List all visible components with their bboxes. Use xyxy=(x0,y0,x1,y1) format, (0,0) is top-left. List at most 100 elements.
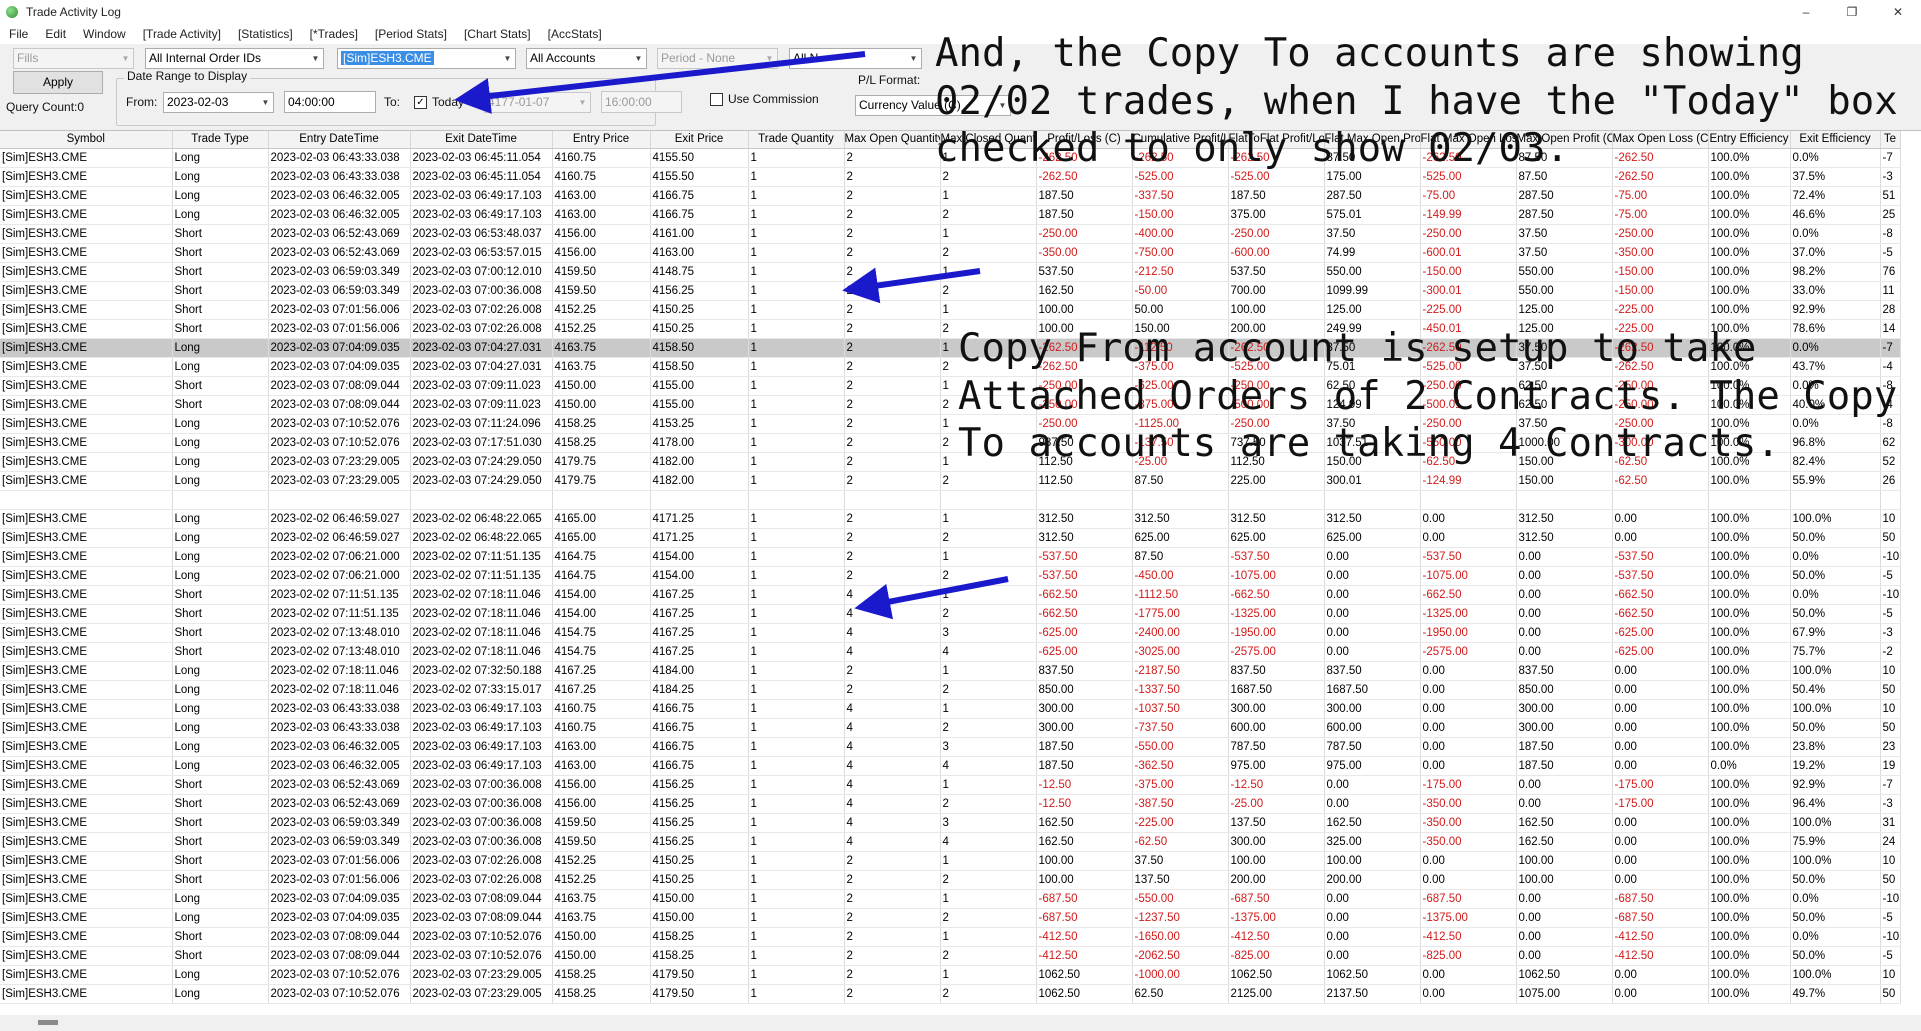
table-row[interactable]: [Sim]ESH3.CME Long 2023-02-03 07:04:09.035… xyxy=(0,889,1901,909)
table-row[interactable]: [Sim]ESH3.CME Short 2023-02-02 07:11:51.13… xyxy=(0,585,1901,605)
table-row[interactable]: [Sim]ESH3.CME Long 2023-02-03 07:04:09.035… xyxy=(0,908,1901,928)
menu-item-trade-activity[interactable]: [Trade Activity] xyxy=(134,27,229,41)
table-row[interactable]: [Sim]ESH3.CME Short 2023-02-02 07:13:48.01… xyxy=(0,623,1901,643)
period-dropdown[interactable]: Period - None ▼ xyxy=(657,48,778,69)
table-row[interactable]: [Sim]ESH3.CME Long 2023-02-02 07:06:21.000… xyxy=(0,566,1901,586)
table-row[interactable]: [Sim]ESH3.CME Short 2023-02-03 07:01:56.00… xyxy=(0,851,1901,871)
table-cell: -300.01 xyxy=(1420,281,1517,301)
minimize-button[interactable]: – xyxy=(1783,0,1829,24)
mode-dropdown[interactable]: Fills ▼ xyxy=(13,48,134,69)
table-row[interactable]: [Sim]ESH3.CME Short 2023-02-03 07:01:56.00… xyxy=(0,300,1901,320)
table-cell: 0.00 xyxy=(1420,661,1517,681)
table-row[interactable]: [Sim]ESH3.CME Short 2023-02-03 07:08:09.04… xyxy=(0,927,1901,947)
from-date-picker[interactable]: 2023-02-03 ▼ xyxy=(163,92,274,113)
table-cell: 1 xyxy=(748,642,845,662)
menu-item-edit[interactable]: Edit xyxy=(36,27,74,41)
column-header[interactable]: Entry DateTime xyxy=(268,131,411,149)
column-header[interactable]: Exit DateTime xyxy=(410,131,553,149)
column-header[interactable]: Trade Type xyxy=(172,131,269,149)
table-row[interactable]: [Sim]ESH3.CME Long 2023-02-02 06:46:59.027… xyxy=(0,509,1901,529)
table-row[interactable]: [Sim]ESH3.CME Short 2023-02-03 07:01:56.00… xyxy=(0,870,1901,890)
table-row[interactable] xyxy=(0,490,1901,510)
table-row[interactable]: [Sim]ESH3.CME Long 2023-02-03 06:46:32.005… xyxy=(0,205,1901,225)
table-row[interactable]: [Sim]ESH3.CME Short 2023-02-03 06:59:03.34… xyxy=(0,281,1901,301)
from-time-field[interactable]: 04:00:00 xyxy=(284,91,376,113)
order-ids-dropdown[interactable]: All Internal Order IDs ▼ xyxy=(145,48,324,69)
table-row[interactable]: [Sim]ESH3.CME Long 2023-02-03 06:43:33.038… xyxy=(0,699,1901,719)
table-cell: 2023-02-02 07:13:48.010 xyxy=(268,642,411,662)
table-cell: 1 xyxy=(940,300,1037,320)
table-cell: 4155.50 xyxy=(650,148,749,168)
menu-item-chart-stats[interactable]: [Chart Stats] xyxy=(455,27,539,41)
column-header[interactable]: Trade Quantity xyxy=(748,131,845,149)
table-row[interactable]: [Sim]ESH3.CME Short 2023-02-03 06:59:03.34… xyxy=(0,813,1901,833)
table-cell: 1 xyxy=(940,224,1037,244)
restore-button[interactable]: ❐ xyxy=(1829,0,1875,24)
table-row[interactable]: [Sim]ESH3.CME Long 2023-02-03 07:10:52.076… xyxy=(0,965,1901,985)
table-row[interactable]: [Sim]ESH3.CME Long 2023-02-02 07:06:21.000… xyxy=(0,547,1901,567)
table-cell: 3 xyxy=(940,813,1037,833)
to-date-picker[interactable]: 4177-01-07 ▼ xyxy=(484,92,591,113)
table-cell: 1 xyxy=(748,661,845,681)
table-cell: 24 xyxy=(1880,832,1901,852)
horizontal-scrollbar[interactable] xyxy=(0,1015,1921,1031)
table-cell: 2023-02-03 06:59:03.349 xyxy=(268,813,411,833)
table-row[interactable]: [Sim]ESH3.CME Long 2023-02-02 06:46:59.027… xyxy=(0,528,1901,548)
table-row[interactable]: [Sim]ESH3.CME Short 2023-02-03 06:52:43.06… xyxy=(0,224,1901,244)
table-cell: Long xyxy=(172,661,269,681)
symbol-dropdown[interactable]: [Sim]ESH3.CME ▼ xyxy=(337,48,516,69)
table-row[interactable]: [Sim]ESH3.CME Short 2023-02-03 07:08:09.04… xyxy=(0,946,1901,966)
table-row[interactable]: [Sim]ESH3.CME Short 2023-02-03 06:52:43.06… xyxy=(0,243,1901,263)
scrollbar-thumb[interactable] xyxy=(38,1020,58,1025)
table-row[interactable]: [Sim]ESH3.CME Short 2023-02-03 06:59:03.34… xyxy=(0,832,1901,852)
table-row[interactable]: [Sim]ESH3.CME Short 2023-02-03 06:52:43.06… xyxy=(0,794,1901,814)
table-cell: 2023-02-03 07:10:52.076 xyxy=(268,984,411,1004)
column-header[interactable]: Symbol xyxy=(0,131,173,149)
close-button[interactable]: ✕ xyxy=(1875,0,1921,24)
table-row[interactable]: [Sim]ESH3.CME Short 2023-02-02 07:13:48.01… xyxy=(0,642,1901,662)
table-cell: [Sim]ESH3.CME xyxy=(0,300,173,320)
menu-item-window[interactable]: Window xyxy=(74,27,134,41)
table-cell: 2023-02-03 07:09:11.023 xyxy=(410,395,553,415)
table-cell: 1 xyxy=(748,813,845,833)
table-cell: 4179.50 xyxy=(650,965,749,985)
menu-item-trades[interactable]: [*Trades] xyxy=(301,27,366,41)
table-cell: -5 xyxy=(1880,908,1901,928)
table-row[interactable]: [Sim]ESH3.CME Long 2023-02-03 07:23:29.005… xyxy=(0,471,1901,491)
table-row[interactable]: [Sim]ESH3.CME Short 2023-02-02 07:11:51.13… xyxy=(0,604,1901,624)
menu-item-accstats[interactable]: [AccStats] xyxy=(539,27,610,41)
table-cell: -387.50 xyxy=(1132,794,1229,814)
all-n-dropdown[interactable]: All N ▼ xyxy=(789,48,922,69)
table-row[interactable]: [Sim]ESH3.CME Long 2023-02-03 06:46:32.005… xyxy=(0,186,1901,206)
menu-item-period-stats[interactable]: [Period Stats] xyxy=(366,27,455,41)
table-row[interactable]: [Sim]ESH3.CME Long 2023-02-03 07:10:52.076… xyxy=(0,984,1901,1004)
column-header[interactable]: Exit Price xyxy=(650,131,749,149)
table-cell: 4156.00 xyxy=(552,243,651,263)
table-cell: 4184.00 xyxy=(650,661,749,681)
table-row[interactable]: [Sim]ESH3.CME Long 2023-02-03 06:43:33.038… xyxy=(0,718,1901,738)
table-cell: 4158.25 xyxy=(650,927,749,947)
table-cell: 0.00 xyxy=(1612,851,1709,871)
menu-item-statistics[interactable]: [Statistics] xyxy=(229,27,301,41)
table-row[interactable]: [Sim]ESH3.CME Long 2023-02-03 06:46:32.005… xyxy=(0,737,1901,757)
to-time-field[interactable]: 16:00:00 xyxy=(601,91,682,113)
table-row[interactable]: [Sim]ESH3.CME Long 2023-02-02 07:18:11.046… xyxy=(0,661,1901,681)
table-row[interactable]: [Sim]ESH3.CME Long 2023-02-03 06:46:32.005… xyxy=(0,756,1901,776)
today-checkbox[interactable]: ✓ xyxy=(414,96,427,109)
table-cell: -150.00 xyxy=(1612,262,1709,282)
table-cell: 87.50 xyxy=(1132,547,1229,567)
table-row[interactable]: [Sim]ESH3.CME Short 2023-02-03 06:59:03.34… xyxy=(0,262,1901,282)
column-header[interactable]: Max Open Quantity xyxy=(844,131,941,149)
use-commission-checkbox[interactable] xyxy=(710,93,723,106)
table-cell: 2023-02-03 06:46:32.005 xyxy=(268,186,411,206)
column-header[interactable]: Entry Price xyxy=(552,131,651,149)
table-row[interactable]: [Sim]ESH3.CME Long 2023-02-02 07:18:11.046… xyxy=(0,680,1901,700)
table-cell: 1 xyxy=(748,756,845,776)
table-cell: -62.50 xyxy=(1612,471,1709,491)
menu-item-file[interactable]: File xyxy=(0,27,36,41)
accounts-dropdown[interactable]: All Accounts ▼ xyxy=(526,48,647,69)
trade-grid[interactable]: Symbol Trade Type Entry DateTime Exit DateT… xyxy=(0,130,1921,1015)
table-row[interactable]: [Sim]ESH3.CME Short 2023-02-03 06:52:43.06… xyxy=(0,775,1901,795)
table-cell: 1 xyxy=(748,262,845,282)
apply-button[interactable]: Apply xyxy=(13,71,103,94)
